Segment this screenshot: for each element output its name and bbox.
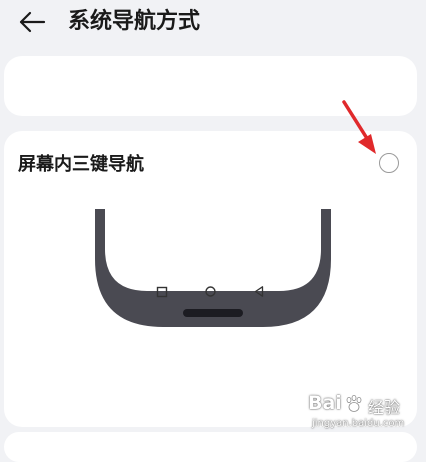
baidu-watermark: Bai 经验 jingyan.baidu.com xyxy=(308,392,414,436)
three-key-navigation-radio[interactable] xyxy=(379,153,399,173)
circle-icon xyxy=(205,286,216,297)
paw-icon xyxy=(346,395,362,412)
phone-speaker xyxy=(183,309,243,317)
watermark-brand: Bai xyxy=(308,392,342,414)
page-title: 系统导航方式 xyxy=(68,9,201,34)
next-option-card[interactable] xyxy=(4,432,417,462)
watermark-url: jingyan.baidu.com xyxy=(312,418,405,429)
triangle-back-icon xyxy=(254,286,264,297)
back-button[interactable] xyxy=(12,6,52,38)
annotation-arrow-icon xyxy=(342,100,376,154)
watermark-brand-tail: 经验 xyxy=(368,398,401,417)
three-key-navigation-card[interactable]: 屏幕内三键导航 xyxy=(4,131,417,427)
square-icon xyxy=(156,286,168,298)
header: 系统导航方式 xyxy=(0,0,426,48)
phone-illustration xyxy=(95,209,331,327)
arrow-left-icon xyxy=(19,11,46,33)
option-label: 屏幕内三键导航 xyxy=(18,154,144,175)
